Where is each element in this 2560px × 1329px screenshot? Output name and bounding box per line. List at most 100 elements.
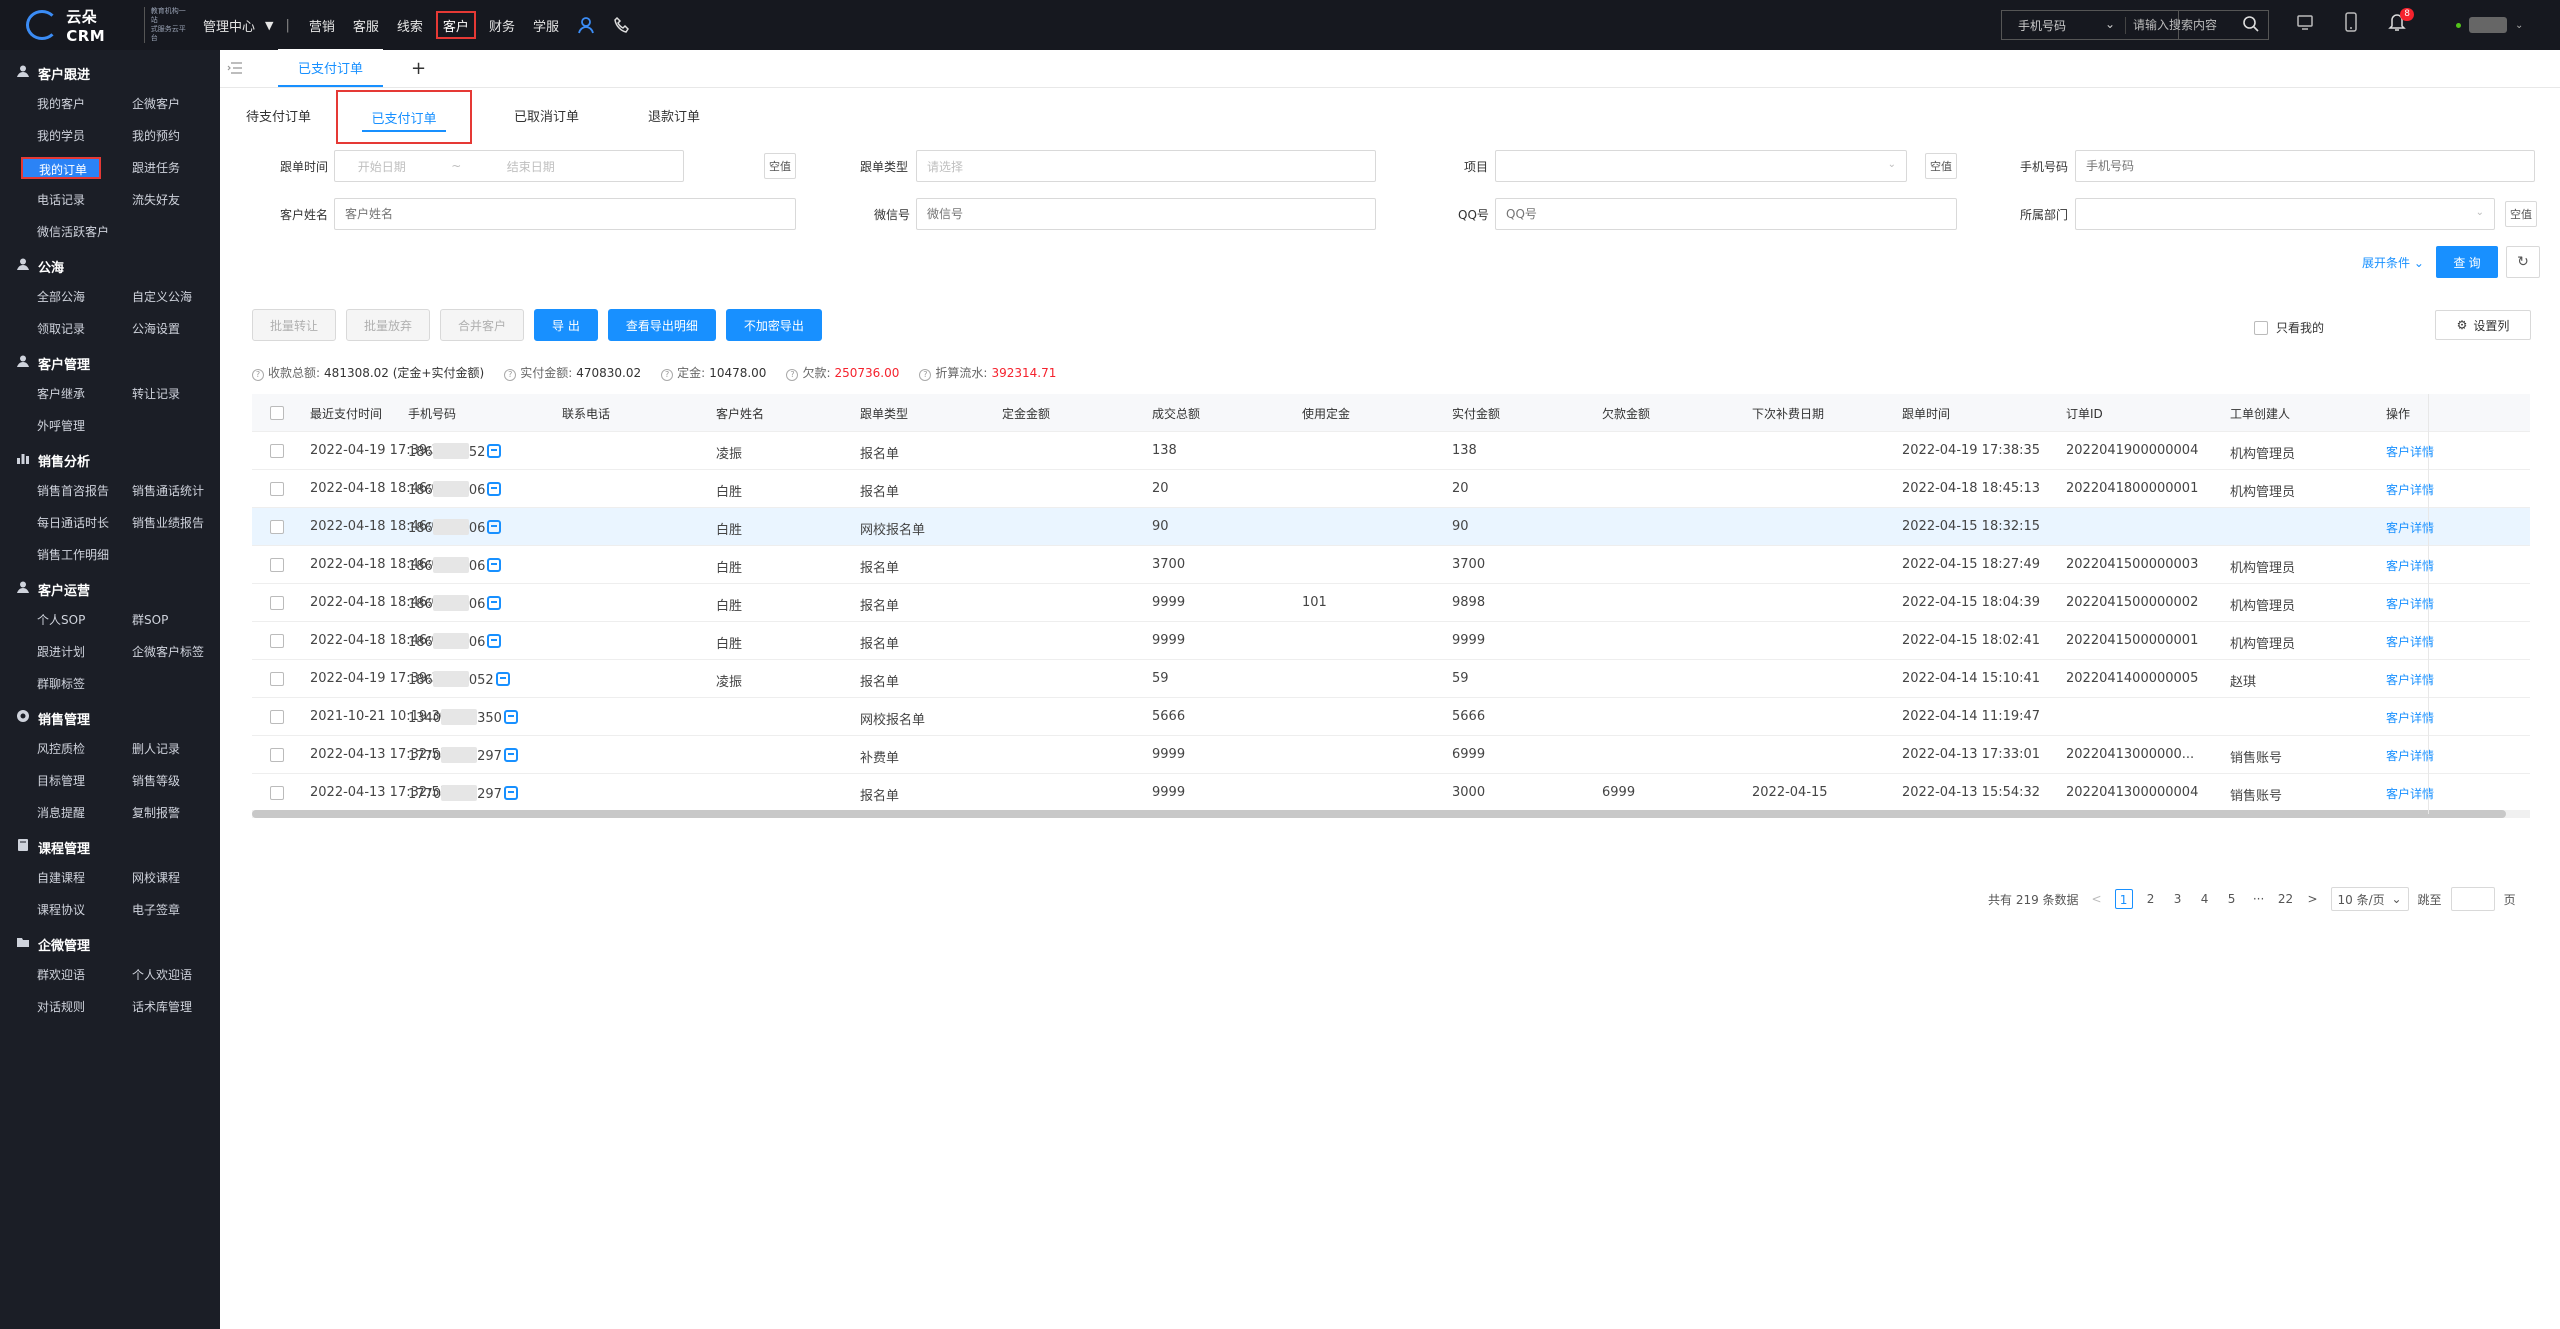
sidebar-item[interactable]: 销售首咨报告 (37, 480, 132, 502)
sidebar-item[interactable]: 群SOP (132, 609, 227, 631)
row-checkbox[interactable] (270, 709, 284, 724)
sidebar-group-title[interactable]: 销售管理 (0, 707, 220, 729)
sidebar-item[interactable]: 每日通话时长 (37, 512, 132, 534)
sidebar-group-title[interactable]: 客户管理 (0, 352, 220, 374)
department-select[interactable]: ⌄ (2075, 198, 2495, 230)
column-header[interactable]: 最近支付时间 (310, 405, 382, 422)
sidebar-item[interactable]: 消息提醒 (37, 802, 132, 824)
column-header[interactable]: 客户姓名 (716, 405, 764, 422)
empty-value-button[interactable]: 空值 (764, 153, 796, 179)
user-menu[interactable]: ⌄ (2456, 17, 2523, 33)
export-button[interactable]: 导 出 (534, 309, 598, 341)
row-checkbox[interactable] (270, 481, 284, 496)
customer-detail-link[interactable]: 客户详情 (2386, 557, 2434, 574)
sidebar-item[interactable]: 销售通话统计 (132, 480, 227, 502)
sidebar-item[interactable]: 课程协议 (37, 899, 132, 921)
phone-filter-input[interactable] (2075, 150, 2535, 182)
table-row[interactable]: 2022-04-19 17:39:35 186 52 凌振 报名单 138 138 2022-… (252, 432, 2530, 470)
order-type-select[interactable]: 请选择 (916, 150, 1376, 182)
merge-customer-button[interactable]: 合并客户 (440, 309, 525, 341)
customer-detail-link[interactable]: 客户详情 (2386, 595, 2434, 612)
batch-abandon-button[interactable]: 批量放弃 (346, 309, 431, 341)
customer-name-input[interactable] (334, 198, 796, 230)
customer-detail-link[interactable]: 客户详情 (2386, 633, 2434, 650)
column-header[interactable]: 跟单类型 (860, 405, 908, 422)
table-row[interactable]: 2022-04-18 18:46:01 186 06 白胜 报名单 9999 101 9898… (252, 584, 2530, 622)
sidebar-item[interactable]: 自定义公海 (132, 286, 227, 308)
sidebar-item[interactable]: 风控质检 (37, 738, 132, 760)
nav-student-service[interactable]: 学服 (524, 11, 568, 39)
sidebar-item[interactable]: 群聊标签 (37, 673, 132, 695)
row-checkbox[interactable] (270, 519, 284, 534)
caret-down-icon[interactable]: ▼ (265, 19, 273, 32)
call-icon[interactable] (487, 519, 502, 534)
nav-finance[interactable]: 财务 (480, 11, 524, 39)
batch-transfer-button[interactable]: 批量转让 (252, 309, 337, 341)
column-header[interactable]: 跟单时间 (1902, 405, 1950, 422)
query-button[interactable]: 查 询 (2436, 246, 2498, 278)
sidebar-group-title[interactable]: 客户跟进 (0, 62, 220, 84)
customer-detail-link[interactable]: 客户详情 (2386, 481, 2434, 498)
sidebar-item[interactable]: 我的客户 (37, 93, 132, 115)
nav-service[interactable]: 客服 (344, 11, 388, 39)
sidebar-item[interactable]: 网校课程 (132, 867, 227, 889)
call-icon[interactable] (487, 443, 502, 458)
customer-detail-link[interactable]: 客户详情 (2386, 709, 2434, 726)
column-header[interactable]: 操作 (2386, 405, 2410, 422)
customer-detail-link[interactable]: 客户详情 (2386, 671, 2434, 688)
table-row[interactable]: 2022-04-18 18:46:01 186 06 白胜 报名单 20 20 2022-04… (252, 470, 2530, 508)
sidebar-item[interactable]: 群欢迎语 (37, 964, 132, 986)
sidebar-group-title[interactable]: 销售分析 (0, 449, 220, 471)
sidebar-item[interactable]: 领取记录 (37, 318, 132, 340)
next-page-button[interactable]: > (2304, 889, 2322, 909)
tab-pending-orders[interactable]: 待支付订单 (246, 88, 311, 142)
column-header[interactable]: 欠款金额 (1602, 405, 1650, 422)
page-number[interactable]: 3 (2169, 889, 2187, 909)
jump-page-input[interactable] (2450, 887, 2495, 911)
call-icon[interactable] (495, 671, 510, 686)
column-header[interactable]: 使用定金 (1302, 405, 1350, 422)
table-row[interactable]: 2022-04-19 17:39:35 186 052 凌振 报名单 59 59 2022-0… (252, 660, 2530, 698)
page-number[interactable]: 4 (2196, 889, 2214, 909)
tab-cancelled-orders[interactable]: 已取消订单 (514, 88, 579, 142)
sidebar-item[interactable]: 全部公海 (37, 286, 132, 308)
column-header[interactable]: 实付金额 (1452, 405, 1500, 422)
table-row[interactable]: 2022-04-18 18:46:01 186 06 白胜 报名单 9999 9999 202… (252, 622, 2530, 660)
sidebar-group-title[interactable]: 公海 (0, 255, 220, 277)
row-checkbox[interactable] (270, 633, 284, 648)
call-icon[interactable] (503, 785, 518, 800)
horizontal-scrollbar-thumb[interactable] (252, 810, 2506, 818)
checkbox[interactable] (2254, 320, 2268, 335)
add-tab-button[interactable]: + (411, 49, 426, 87)
call-icon[interactable] (487, 595, 502, 610)
set-columns-button[interactable]: ⚙ 设置列 (2435, 310, 2531, 340)
prev-page-button[interactable]: < (2088, 889, 2106, 909)
customer-detail-link[interactable]: 客户详情 (2386, 443, 2434, 460)
customer-detail-link[interactable]: 客户详情 (2386, 519, 2434, 536)
row-checkbox[interactable] (270, 557, 284, 572)
sidebar-item[interactable]: 转让记录 (132, 383, 227, 405)
export-unencrypted-button[interactable]: 不加密导出 (725, 309, 822, 341)
column-header[interactable]: 订单ID (2066, 405, 2103, 422)
sidebar-item[interactable]: 跟进计划 (37, 641, 132, 663)
call-icon[interactable] (487, 633, 502, 648)
search-icon[interactable] (2242, 15, 2260, 37)
sidebar-item[interactable]: 微信活跃客户 (37, 221, 132, 243)
sidebar-item[interactable]: 目标管理 (37, 770, 132, 792)
sidebar-item[interactable]: 销售业绩报告 (132, 512, 227, 534)
select-all-checkbox[interactable] (270, 405, 284, 420)
sidebar-item[interactable]: 电子签章 (132, 899, 227, 921)
page-number[interactable]: 2 (2142, 889, 2160, 909)
call-icon[interactable] (487, 481, 502, 496)
mobile-icon[interactable] (2342, 12, 2360, 36)
collapse-menu-icon[interactable] (220, 49, 250, 87)
table-row[interactable]: 2022-04-18 18:46:01 186 06 白胜 网校报名单 90 90 2022-… (252, 508, 2530, 546)
sidebar-item[interactable]: 我的订单 (21, 157, 101, 179)
sidebar-item[interactable]: 我的学员 (37, 125, 132, 147)
sidebar-item[interactable]: 销售等级 (132, 770, 227, 792)
qq-input[interactable] (1495, 198, 1957, 230)
project-select[interactable]: ⌄ (1495, 150, 1907, 182)
desktop-icon[interactable] (2296, 13, 2314, 35)
chevron-down-icon[interactable]: ⌄ (2515, 20, 2523, 31)
sidebar-item[interactable]: 个人欢迎语 (132, 964, 227, 986)
